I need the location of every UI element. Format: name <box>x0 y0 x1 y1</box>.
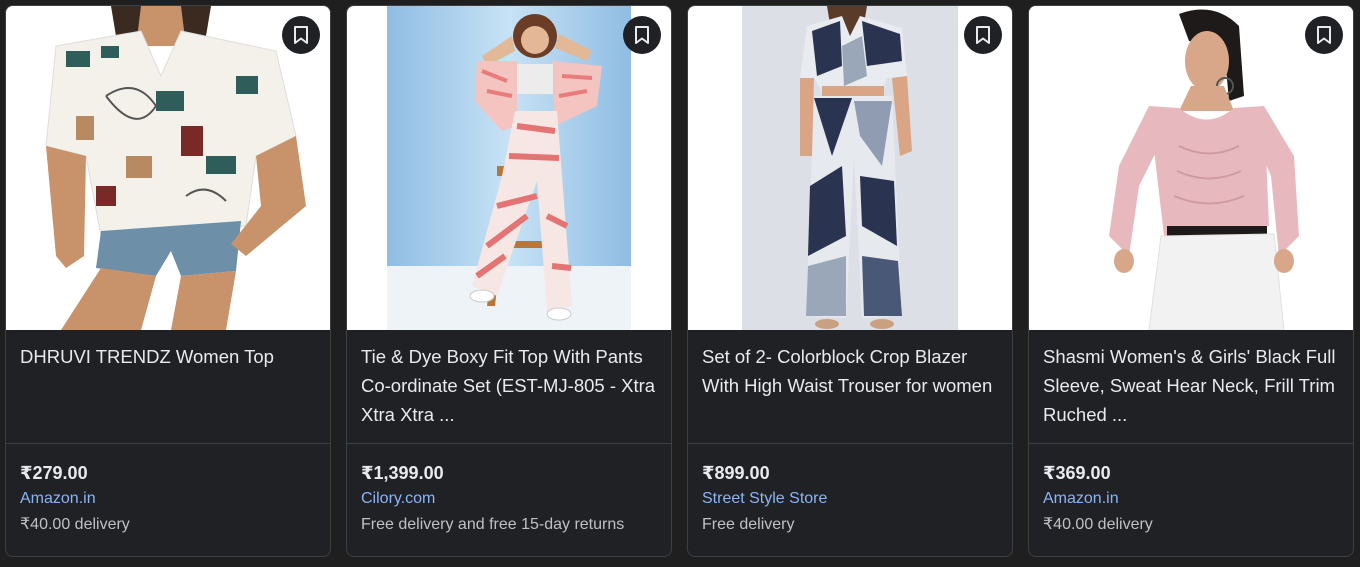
product-card[interactable]: Shasmi Women's & Girls' Black Full Sleev… <box>1028 5 1354 557</box>
bookmark-icon <box>976 26 990 44</box>
product-price: ₹899.00 <box>702 463 770 483</box>
product-image[interactable] <box>6 6 330 330</box>
product-store-link[interactable]: Amazon.in <box>20 488 316 510</box>
product-info: ₹899.00 Street Style Store Free delivery <box>688 444 1012 536</box>
product-photo-printed-shirt-icon <box>6 6 330 330</box>
product-title[interactable]: Tie & Dye Boxy Fit Top With Pants Co-ord… <box>361 342 657 429</box>
product-title-area: Tie & Dye Boxy Fit Top With Pants Co-ord… <box>347 330 671 444</box>
product-grid: DHRUVI TRENDZ Women Top ₹279.00 Amazon.i… <box>5 5 1354 557</box>
product-delivery: ₹40.00 delivery <box>20 516 130 533</box>
bookmark-icon <box>294 26 308 44</box>
product-delivery: Free delivery <box>702 516 795 533</box>
product-card[interactable]: DHRUVI TRENDZ Women Top ₹279.00 Amazon.i… <box>5 5 331 557</box>
product-store-link[interactable]: Amazon.in <box>1043 488 1339 510</box>
product-title-area: Set of 2- Colorblock Crop Blazer With Hi… <box>688 330 1012 444</box>
product-photo-pink-top-icon <box>1029 6 1353 330</box>
product-photo-colorblock-set-icon <box>742 6 958 330</box>
bookmark-button[interactable] <box>1305 16 1343 54</box>
product-title[interactable]: DHRUVI TRENDZ Women Top <box>20 342 316 371</box>
product-title[interactable]: Shasmi Women's & Girls' Black Full Sleev… <box>1043 342 1339 429</box>
product-price: ₹279.00 <box>20 463 88 483</box>
product-delivery: ₹40.00 delivery <box>1043 516 1153 533</box>
product-info: ₹279.00 Amazon.in ₹40.00 delivery <box>6 444 330 536</box>
product-price: ₹369.00 <box>1043 463 1111 483</box>
product-image[interactable] <box>347 6 671 330</box>
bookmark-icon <box>1317 26 1331 44</box>
bookmark-button[interactable] <box>623 16 661 54</box>
product-card[interactable]: Set of 2- Colorblock Crop Blazer With Hi… <box>687 5 1013 557</box>
product-image[interactable] <box>688 6 1012 330</box>
product-store-link[interactable]: Street Style Store <box>702 488 998 510</box>
product-title[interactable]: Set of 2- Colorblock Crop Blazer With Hi… <box>702 342 998 400</box>
product-info: ₹1,399.00 Cilory.com Free delivery and f… <box>347 444 671 536</box>
product-photo-tie-dye-set-icon <box>387 6 631 330</box>
product-info: ₹369.00 Amazon.in ₹40.00 delivery <box>1029 444 1353 536</box>
product-card[interactable]: Tie & Dye Boxy Fit Top With Pants Co-ord… <box>346 5 672 557</box>
product-store-link[interactable]: Cilory.com <box>361 488 657 510</box>
product-image[interactable] <box>1029 6 1353 330</box>
product-price: ₹1,399.00 <box>361 463 444 483</box>
product-delivery: Free delivery and free 15-day returns <box>361 516 625 533</box>
bookmark-button[interactable] <box>964 16 1002 54</box>
bookmark-button[interactable] <box>282 16 320 54</box>
product-title-area: DHRUVI TRENDZ Women Top <box>6 330 330 444</box>
bookmark-icon <box>635 26 649 44</box>
product-title-area: Shasmi Women's & Girls' Black Full Sleev… <box>1029 330 1353 444</box>
